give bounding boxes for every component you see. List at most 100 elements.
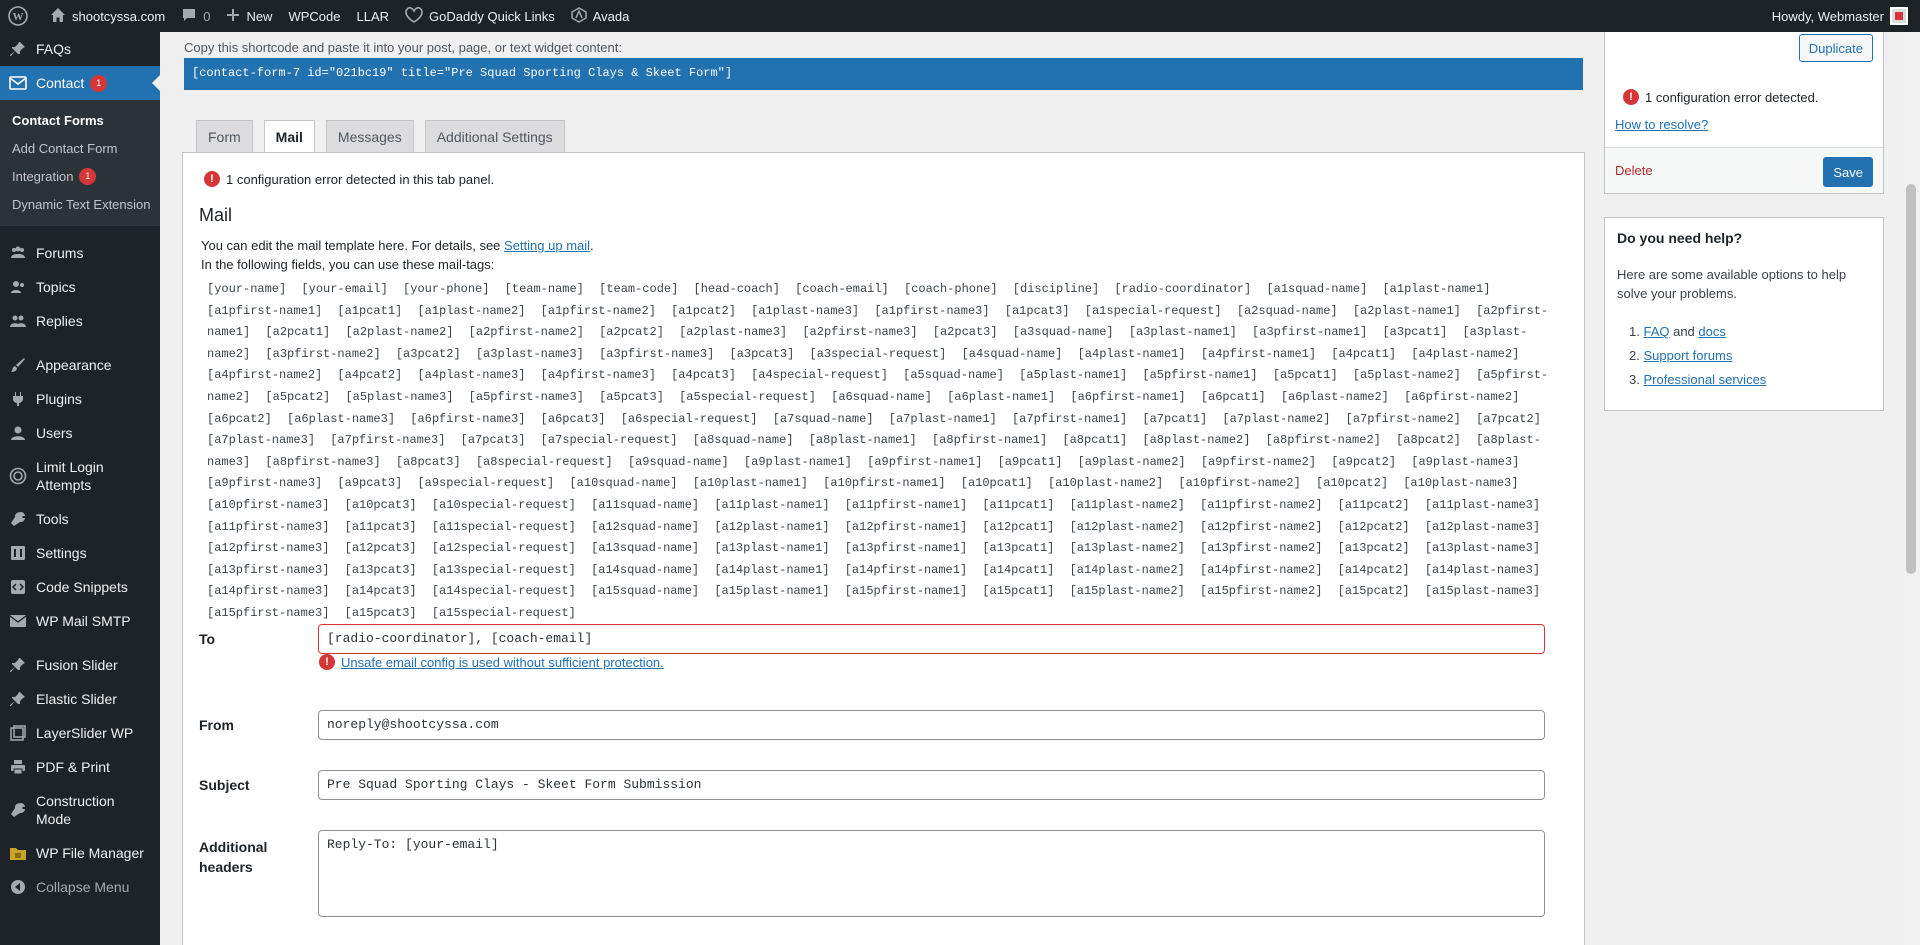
comment-icon — [181, 7, 203, 26]
mail-tag: [a10plast-name1] — [692, 476, 808, 491]
mail-tag: [a12pcat2] — [1337, 519, 1410, 534]
menu-item-pdf-print[interactable]: PDF & Print — [0, 750, 160, 784]
mail-tag: [radio-coordinator] — [1114, 282, 1252, 296]
tab-messages[interactable]: Messages — [325, 120, 414, 152]
subject-field[interactable]: Pre Squad Sporting Clays - Skeet Form Su… — [318, 770, 1545, 800]
mail-tag: [a10special-request] — [431, 497, 576, 512]
mail-tag: [a7special-request] — [540, 433, 678, 448]
mail-tag: [a6pfirst-name2] — [1404, 389, 1520, 404]
new-content-link[interactable]: New — [218, 0, 280, 32]
submenu-add-contact-form[interactable]: Add Contact Form — [0, 134, 160, 162]
mail-tag: [a6pfirst-name1] — [1070, 389, 1186, 404]
menu-item-fusion-slider[interactable]: Fusion Slider — [0, 648, 160, 682]
menu-item-tools[interactable]: Tools — [0, 502, 160, 536]
collapse-menu-button[interactable]: Collapse Menu — [0, 870, 160, 904]
mail-tag: [a4pfirst-name3] — [540, 368, 656, 383]
mail-tag: [a5squad-name] — [903, 368, 1004, 383]
tab-form[interactable]: Form — [196, 120, 253, 152]
menu-label: Users — [36, 425, 73, 441]
notification-badge: 1 — [90, 74, 108, 92]
menu-item-code-snippets[interactable]: Code Snippets — [0, 570, 160, 604]
mail-tag: [a3pcat3] — [729, 346, 795, 361]
menu-item-appearance[interactable]: Appearance — [0, 348, 160, 382]
menu-label: Forums — [36, 245, 84, 261]
menu-item-layerslider-wp[interactable]: LayerSlider WP — [0, 716, 160, 750]
mail-tag: [a11pfirst-name2] — [1200, 497, 1323, 512]
mail-tag: [a13plast-name2] — [1069, 541, 1185, 556]
submenu-integration[interactable]: Integration 1 — [0, 162, 160, 190]
menu-item-limit-login-attempts[interactable]: Limit Login Attempts — [0, 450, 160, 502]
avada-link[interactable]: Avada — [563, 0, 638, 32]
menu-item-construction-mode[interactable]: Construction Mode — [0, 784, 160, 836]
menu-item-settings[interactable]: Settings — [0, 536, 160, 570]
unsafe-config-link[interactable]: Unsafe email config is used without suff… — [341, 655, 664, 670]
topics-icon — [8, 277, 28, 297]
menu-item-faqs[interactable]: FAQs — [0, 32, 160, 66]
my-account[interactable]: Howdy, Webmaster — [1772, 7, 1920, 25]
site-name: shootcyssa.com — [72, 8, 166, 24]
menu-label: Construction Mode — [36, 793, 115, 827]
menu-item-users[interactable]: Users — [0, 416, 160, 450]
mail-tag: [a14pfirst-name2] — [1200, 562, 1323, 577]
mail-tag: [a10pfirst-name3] — [207, 497, 330, 512]
panel-description: You can edit the mail template here. For… — [201, 236, 594, 274]
mail-tag: [a9pcat1] — [997, 454, 1063, 469]
menu-item-forums[interactable]: Forums — [0, 236, 160, 270]
mail-tag: [a8pcat1] — [1062, 433, 1128, 448]
faq-link[interactable]: FAQ — [1643, 324, 1669, 339]
site-name-link[interactable]: shootcyssa.com — [42, 0, 173, 32]
mail-tag: [a10squad-name] — [569, 476, 678, 491]
mail-tag: [a15squad-name] — [591, 584, 700, 599]
save-button[interactable]: Save — [1823, 157, 1873, 187]
tab-mail[interactable]: Mail — [263, 120, 315, 153]
how-to-resolve-link[interactable]: How to resolve? — [1615, 117, 1708, 132]
mail-tag: [a11pfirst-name1] — [844, 497, 968, 512]
submenu-dynamic-text-extension[interactable]: Dynamic Text Extension — [0, 190, 160, 218]
menu-item-wp-file-manager[interactable]: WP File Manager — [0, 836, 160, 870]
pin-icon — [8, 39, 28, 59]
mail-tag: [a12plast-name1] — [714, 519, 830, 534]
menu-item-wp-mail-smtp[interactable]: WP Mail SMTP — [0, 604, 160, 638]
mail-tag: [a13pcat3] — [344, 562, 417, 577]
headers-label: Additional headers — [199, 839, 268, 875]
shortcode-field[interactable]: [contact-form-7 id="021bc19" title="Pre … — [184, 58, 1583, 90]
mail-tag: [a4squad-name] — [961, 346, 1063, 361]
menu-item-topics[interactable]: Topics — [0, 270, 160, 304]
mail-tag: [a11special-request] — [431, 519, 576, 534]
delete-link[interactable]: Delete — [1615, 163, 1653, 178]
professional-services-link[interactable]: Professional services — [1643, 372, 1766, 387]
wordpress-logo-icon[interactable]: W — [0, 0, 42, 32]
submenu-contact-forms[interactable]: Contact Forms — [0, 106, 160, 134]
mail-tag: [a4pcat2] — [337, 368, 403, 383]
from-field[interactable]: noreply@shootcyssa.com — [318, 710, 1545, 740]
help-text: Here are some available options to help … — [1617, 267, 1847, 301]
menu-item-elastic-slider[interactable]: Elastic Slider — [0, 682, 160, 716]
mail-tag: [a14squad-name] — [591, 562, 700, 577]
mail-tag: [a9pcat2] — [1331, 454, 1397, 469]
mail-tag: [a14pcat1] — [982, 562, 1055, 577]
wrench-icon — [8, 509, 28, 529]
comments-link[interactable]: 0 — [173, 0, 218, 32]
scroll-thumb[interactable] — [1906, 184, 1916, 574]
mail-tag: [a3pfirst-name3] — [599, 346, 715, 361]
mail-tag: [a6plast-name3] — [287, 411, 396, 426]
setting-up-mail-link[interactable]: Setting up mail — [504, 238, 590, 253]
tab-additional-settings[interactable]: Additional Settings — [424, 120, 565, 152]
mail-tag: [a5pcat3] — [599, 389, 664, 404]
duplicate-button[interactable]: Duplicate — [1798, 34, 1873, 62]
support-forums-link[interactable]: Support forums — [1643, 348, 1732, 363]
menu-item-contact[interactable]: Contact 1 — [0, 66, 160, 100]
page-scrollbar[interactable] — [1903, 32, 1920, 945]
godaddy-link[interactable]: GoDaddy Quick Links — [397, 0, 563, 32]
mail-tag: [a10pfirst-name2] — [1178, 476, 1301, 491]
llar-link[interactable]: LLAR — [348, 0, 397, 32]
docs-link[interactable]: docs — [1698, 324, 1725, 339]
wpcode-link[interactable]: WPCode — [280, 0, 348, 32]
menu-item-replies[interactable]: Replies — [0, 304, 160, 338]
admin-sidebar: FAQs Contact 1 Contact Forms Add Contact… — [0, 32, 160, 945]
menu-item-plugins[interactable]: Plugins — [0, 382, 160, 416]
to-field[interactable]: [radio-coordinator], [coach-email] — [318, 624, 1545, 654]
mail-tag: [a4pcat3] — [671, 368, 736, 383]
headers-field[interactable]: Reply-To: [your-email] — [318, 830, 1545, 917]
mail-tag: [a6plast-name2] — [1280, 389, 1389, 404]
